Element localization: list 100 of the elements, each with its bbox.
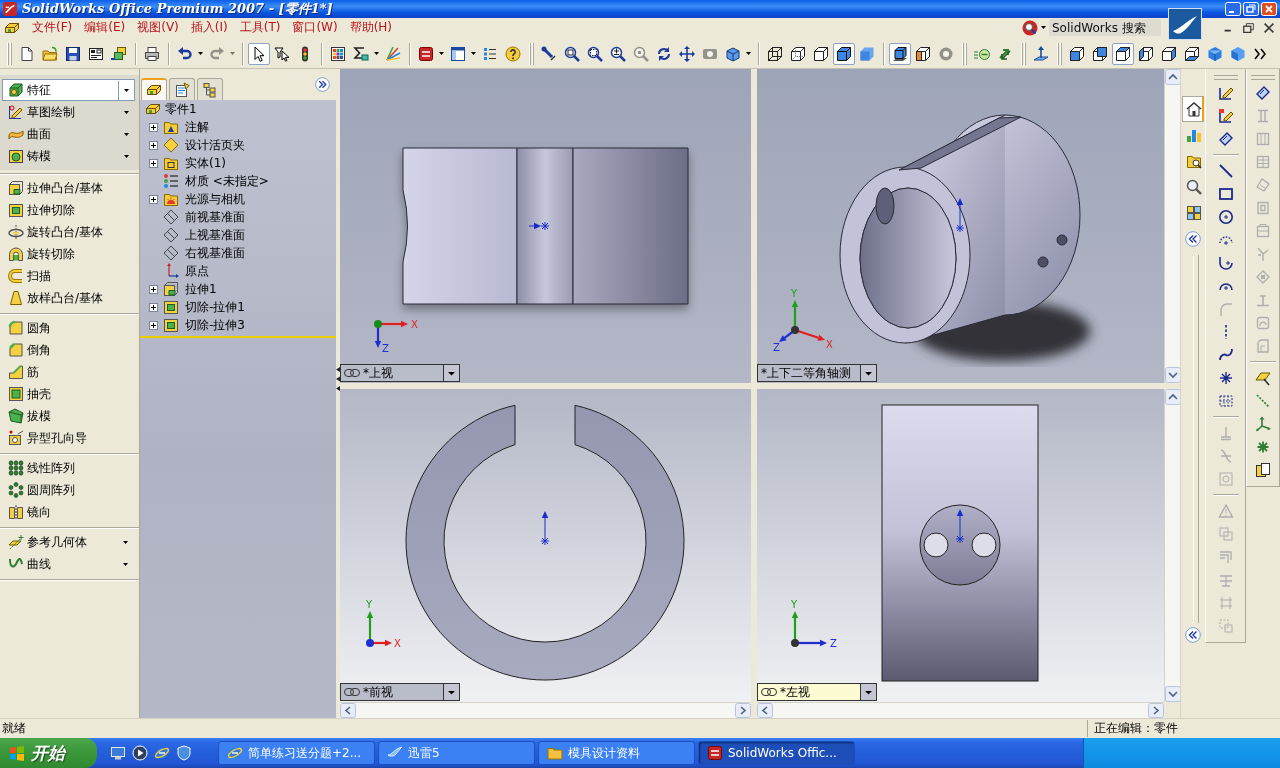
command-tab[interactable]: 铸模 bbox=[2, 145, 135, 167]
scroll-left-icon[interactable] bbox=[340, 703, 356, 718]
expand-toggle-icon[interactable] bbox=[149, 284, 158, 294]
command-button[interactable]: 放样凸台/基体 bbox=[0, 287, 104, 309]
command-button[interactable]: 异型孔向导 bbox=[0, 427, 87, 449]
dropdown-caret-icon[interactable] bbox=[124, 110, 129, 114]
close-icon[interactable] bbox=[1261, 2, 1277, 16]
tree-item[interactable]: 原点 bbox=[140, 262, 209, 280]
expand-chevron-icon[interactable] bbox=[315, 77, 330, 92]
caret-icon[interactable] bbox=[860, 365, 876, 381]
panel-tab[interactable] bbox=[169, 78, 195, 100]
tree-item[interactable]: 光源与相机 bbox=[140, 190, 245, 208]
scroll-right-icon[interactable] bbox=[1148, 703, 1164, 718]
panel-tab[interactable] bbox=[141, 78, 167, 100]
globe-orbit-icon[interactable] bbox=[154, 745, 170, 761]
command-button[interactable]: 拉伸凸台/基体 bbox=[0, 177, 104, 199]
caret-icon[interactable] bbox=[860, 684, 876, 700]
expand-toggle-icon[interactable] bbox=[149, 158, 158, 168]
vertical-scrollbar[interactable] bbox=[1164, 389, 1180, 702]
restore-icon[interactable] bbox=[1243, 2, 1259, 16]
dropdown-caret-icon[interactable] bbox=[124, 154, 129, 158]
scroll-down-icon[interactable] bbox=[1165, 367, 1181, 383]
search-icon[interactable] bbox=[1022, 19, 1038, 36]
toolbar-grip[interactable] bbox=[962, 42, 967, 65]
edged-cube-icon[interactable] bbox=[833, 42, 855, 65]
tree-item[interactable]: 设计活页夹 bbox=[140, 136, 245, 154]
dropdown-caret-icon[interactable] bbox=[124, 132, 129, 136]
expand-toggle-icon[interactable] bbox=[149, 122, 158, 132]
tree-item[interactable]: 切除-拉伸1 bbox=[140, 298, 245, 316]
tree-item[interactable]: 上视基准面 bbox=[140, 226, 245, 244]
command-button[interactable]: 圆角 bbox=[0, 317, 51, 339]
toolbar-grip[interactable] bbox=[1213, 75, 1238, 80]
command-button[interactable]: 旋转切除 bbox=[0, 243, 75, 265]
command-button[interactable]: 拔模 bbox=[0, 405, 51, 427]
taskbar-button[interactable]: SolidWorks Offic... bbox=[698, 741, 855, 765]
tree-item[interactable]: 拉伸1 bbox=[140, 280, 217, 298]
shield-icon[interactable] bbox=[176, 745, 192, 761]
taskbar-button[interactable]: 迅雷5 bbox=[378, 741, 535, 765]
caret-icon[interactable] bbox=[443, 684, 459, 700]
expand-toggle-icon[interactable] bbox=[149, 320, 158, 330]
start-button[interactable]: 开始 bbox=[0, 738, 97, 768]
task-pane-tab[interactable] bbox=[1182, 96, 1204, 122]
menu-item[interactable]: 文件(F) bbox=[26, 19, 79, 36]
command-tab[interactable]: 草图绘制 bbox=[2, 101, 135, 123]
view-selector[interactable]: *左视 bbox=[757, 683, 877, 701]
caret-icon[interactable] bbox=[443, 365, 459, 381]
menu-item[interactable]: 工具(T) bbox=[233, 19, 287, 36]
menu-item[interactable]: 窗口(W) bbox=[286, 19, 344, 36]
scroll-up-icon[interactable] bbox=[1165, 389, 1181, 405]
view-selector[interactable]: *上下二等角轴测 bbox=[757, 364, 877, 382]
minimize-icon[interactable] bbox=[1225, 2, 1241, 16]
command-button[interactable]: 圆周阵列 bbox=[0, 479, 75, 501]
panel-tab[interactable] bbox=[197, 78, 223, 100]
expand-toggle-icon[interactable] bbox=[149, 194, 158, 204]
menu-item[interactable]: 视图(V) bbox=[131, 19, 185, 36]
command-button[interactable]: 镜向 bbox=[0, 501, 51, 523]
app-logo-icon[interactable] bbox=[3, 2, 17, 16]
tree-item[interactable]: 材质 <未指定> bbox=[140, 172, 269, 190]
menu-item[interactable]: 插入(I) bbox=[184, 19, 234, 36]
splitter-arrows-icon[interactable] bbox=[336, 367, 340, 391]
dropdown-caret-icon[interactable] bbox=[746, 52, 751, 55]
scroll-right-icon[interactable] bbox=[735, 703, 751, 718]
horizontal-scrollbar[interactable] bbox=[757, 702, 1164, 718]
toolbar-grip[interactable] bbox=[1057, 42, 1062, 65]
menu-item[interactable]: 编辑(E) bbox=[78, 19, 132, 36]
command-button[interactable]: 筋 bbox=[0, 361, 39, 383]
tree-item[interactable]: 零件1 bbox=[140, 100, 197, 118]
command-button[interactable]: 扫描 bbox=[0, 265, 51, 287]
mdi-close-icon[interactable] bbox=[1262, 20, 1276, 35]
toolbar-grip[interactable] bbox=[7, 42, 12, 65]
command-tab[interactable]: 特征 bbox=[2, 79, 135, 101]
pane-grip[interactable] bbox=[1193, 255, 1199, 623]
command-tab[interactable]: 曲面 bbox=[2, 123, 135, 145]
collapse-chevron-icon[interactable] bbox=[1185, 627, 1201, 643]
expand-toggle-icon[interactable] bbox=[149, 140, 158, 150]
command-flyout-button[interactable]: 曲线 bbox=[0, 553, 134, 575]
dropdown-caret-icon[interactable] bbox=[1041, 26, 1046, 29]
command-button[interactable]: 线性阵列 bbox=[0, 457, 75, 479]
taskbar-button[interactable]: 模具设计资料 bbox=[538, 741, 695, 765]
command-button[interactable]: 抽壳 bbox=[0, 383, 51, 405]
scroll-up-icon[interactable] bbox=[1165, 69, 1181, 85]
mdi-restore-icon[interactable] bbox=[1242, 20, 1256, 35]
search-field[interactable]: SolidWorks 搜索 bbox=[1049, 19, 1161, 36]
expand-toggle-icon[interactable] bbox=[149, 302, 158, 312]
taskbar-button[interactable]: 简单练习送分题+2... bbox=[218, 741, 375, 765]
menu-item[interactable]: 帮助(H) bbox=[343, 19, 399, 36]
tree-item[interactable]: 实体(1) bbox=[140, 154, 226, 172]
scroll-down-icon[interactable] bbox=[1165, 686, 1181, 702]
tree-item[interactable]: 切除-拉伸3 bbox=[140, 316, 245, 334]
horizontal-scrollbar[interactable] bbox=[340, 702, 751, 718]
tree-item[interactable]: 前视基准面 bbox=[140, 208, 245, 226]
toolbar-grip[interactable] bbox=[529, 42, 534, 65]
cube-top-face-icon[interactable] bbox=[1112, 42, 1134, 65]
command-button[interactable]: 拉伸切除 bbox=[0, 199, 75, 221]
command-flyout-button[interactable]: 参考几何体 bbox=[0, 531, 134, 553]
scroll-left-icon[interactable] bbox=[757, 703, 773, 718]
dropdown-caret-icon[interactable] bbox=[374, 52, 379, 55]
command-button[interactable]: 旋转凸台/基体 bbox=[0, 221, 104, 243]
play-disc-icon[interactable] bbox=[132, 745, 148, 761]
toolbar-grip[interactable] bbox=[1251, 75, 1275, 80]
